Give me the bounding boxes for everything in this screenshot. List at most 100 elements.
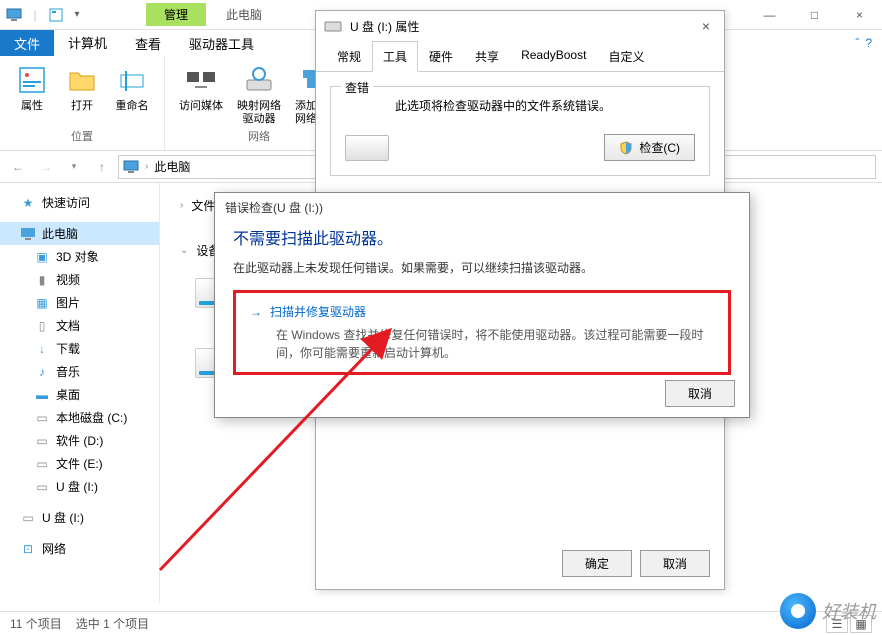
dialog-body: 不需要扫描此驱动器。 在此驱动器上未发现任何错误。如果需要，可以继续扫描该驱动器…: [215, 221, 749, 391]
tab-general[interactable]: 常规: [326, 41, 372, 72]
chevron-down-icon: ⌄: [180, 245, 188, 256]
dialog-message: 在此驱动器上未发现任何错误。如果需要，可以继续扫描该驱动器。: [233, 259, 731, 276]
dialog-body: 查错 此选项将检查驱动器中的文件系统错误。 检查(C): [316, 72, 724, 190]
sidebar-u-drive-2[interactable]: ▭U 盘 (I:): [0, 506, 159, 529]
ok-button[interactable]: 确定: [562, 550, 632, 577]
tab-computer[interactable]: 计算机: [54, 30, 121, 56]
tab-file[interactable]: 文件: [0, 30, 54, 56]
cancel-button[interactable]: 取消: [665, 380, 735, 407]
dialog-title: 错误检查(U 盘 (I:)): [215, 193, 749, 221]
dialog-titlebar: U 盘 (I:) 属性 ×: [316, 11, 724, 41]
star-icon: ★: [20, 195, 36, 211]
maximize-button[interactable]: □: [792, 1, 837, 29]
window-title: 此电脑: [226, 6, 262, 23]
props-qat-icon[interactable]: [47, 6, 65, 24]
map-drive-icon: [243, 64, 275, 96]
sidebar-u-drive[interactable]: ▭U 盘 (I:): [0, 475, 159, 498]
group-network-label: 网络: [248, 128, 270, 146]
group-location-label: 位置: [71, 128, 93, 146]
sidebar-item-label: 本地磁盘 (C:): [56, 409, 127, 426]
pc-icon: [20, 226, 36, 242]
sidebar-item-label: 软件 (D:): [56, 432, 103, 449]
sidebar-music[interactable]: ♪ 音乐: [0, 360, 159, 383]
sidebar-item-label: 文件 (E:): [56, 455, 103, 472]
pc-icon: [123, 160, 139, 174]
minimize-button[interactable]: —: [747, 1, 792, 29]
usb-icon: ▭: [20, 510, 36, 526]
drive-icon: [324, 19, 342, 33]
scan-repair-action[interactable]: → 扫描并修复驱动器 在 Windows 查找并修复任何错误时，将不能使用驱动器…: [233, 290, 731, 375]
qat: | ▾: [0, 6, 86, 24]
desktop-icon: ▬: [34, 387, 50, 403]
cancel-button[interactable]: 取消: [640, 550, 710, 577]
folder-open-icon: [66, 64, 98, 96]
nav-history-button[interactable]: ▾: [62, 155, 86, 179]
media-icon: [185, 64, 217, 96]
sidebar-documents[interactable]: ▯文档: [0, 314, 159, 337]
tab-tools[interactable]: 工具: [372, 41, 418, 72]
dialog-close-button[interactable]: ×: [696, 18, 716, 34]
sidebar-videos[interactable]: ▮ 视频: [0, 268, 159, 291]
sidebar-pictures[interactable]: ▦图片: [0, 291, 159, 314]
error-check-fieldset: 查错 此选项将检查驱动器中的文件系统错误。 检查(C): [330, 86, 710, 176]
drive-icon: ▭: [34, 456, 50, 472]
check-button[interactable]: 检查(C): [604, 134, 695, 161]
sidebar-item-label: 文档: [56, 317, 80, 334]
properties-button[interactable]: 属性: [8, 60, 56, 128]
pictures-icon: ▦: [34, 295, 50, 311]
sidebar-network[interactable]: ⊡网络: [0, 537, 159, 560]
sidebar-quick-access[interactable]: ★快速访问: [0, 191, 159, 214]
open-label: 打开: [71, 100, 93, 113]
rename-label: 重命名: [116, 100, 149, 113]
address-text: 此电脑: [154, 158, 190, 175]
tab-view[interactable]: 查看: [121, 30, 175, 56]
error-check-desc: 此选项将检查驱动器中的文件系统错误。: [345, 97, 695, 114]
watermark-text: 好装机: [822, 598, 876, 624]
media-label: 访问媒体: [179, 100, 223, 113]
tab-hardware[interactable]: 硬件: [418, 41, 464, 72]
sidebar-item-label: 下载: [56, 340, 80, 357]
drive-icon: ▭: [34, 433, 50, 449]
map-drive-button[interactable]: 映射网络 驱动器: [231, 60, 287, 128]
dialog-footer: 取消: [665, 380, 735, 407]
access-media-button[interactable]: 访问媒体: [173, 60, 229, 128]
sidebar-d-drive[interactable]: ▭ 软件 (D:): [0, 429, 159, 452]
network-icon: ⊡: [20, 541, 36, 557]
sidebar-c-drive[interactable]: ▭本地磁盘 (C:): [0, 406, 159, 429]
sidebar-downloads[interactable]: ↓ 下载: [0, 337, 159, 360]
download-icon: ↓: [34, 341, 50, 357]
tab-sharing[interactable]: 共享: [464, 41, 510, 72]
video-icon: ▮: [34, 272, 50, 288]
music-icon: ♪: [34, 364, 50, 380]
status-bar: 11 个项目 选中 1 个项目 ☰ ▦: [0, 611, 882, 635]
selection-count: 选中 1 个项目: [76, 615, 149, 632]
tab-custom[interactable]: 自定义: [597, 41, 655, 72]
window-controls: — □ ×: [747, 1, 882, 29]
nav-fwd-button[interactable]: →: [34, 155, 58, 179]
sidebar-item-label: 桌面: [56, 386, 80, 403]
close-button[interactable]: ×: [837, 1, 882, 29]
watermark: 好装机: [780, 593, 876, 629]
sidebar-e-drive[interactable]: ▭ 文件 (E:): [0, 452, 159, 475]
dialog-title: U 盘 (I:) 属性: [350, 18, 419, 35]
sidebar-item-label: 音乐: [56, 363, 80, 380]
watermark-icon: [780, 593, 816, 629]
open-button[interactable]: 打开: [58, 60, 106, 128]
sidebar-desktop[interactable]: ▬ 桌面: [0, 383, 159, 406]
sidebar-3d-objects[interactable]: ▣3D 对象: [0, 245, 159, 268]
dialog-tabs: 常规 工具 硬件 共享 ReadyBoost 自定义: [316, 41, 724, 72]
qat-dropdown-icon[interactable]: ▾: [68, 6, 86, 24]
pc-icon: [5, 6, 23, 24]
nav-up-button[interactable]: ↑: [90, 155, 114, 179]
cube-icon: ▣: [34, 249, 50, 265]
check-button-label: 检查(C): [639, 139, 680, 156]
sidebar-item-label: 视频: [56, 271, 80, 288]
rename-button[interactable]: 重命名: [108, 60, 156, 128]
error-check-dialog: 错误检查(U 盘 (I:)) 不需要扫描此驱动器。 在此驱动器上未发现任何错误。…: [214, 192, 750, 418]
sidebar-this-pc[interactable]: 此电脑: [0, 222, 159, 245]
ribbon-collapse-icon[interactable]: ˆ ?: [845, 30, 882, 56]
sidebar-item-label: 此电脑: [42, 225, 78, 242]
tab-readyboost[interactable]: ReadyBoost: [510, 41, 597, 72]
nav-back-button[interactable]: ←: [6, 155, 30, 179]
tab-drive-tools[interactable]: 驱动器工具: [175, 30, 268, 56]
